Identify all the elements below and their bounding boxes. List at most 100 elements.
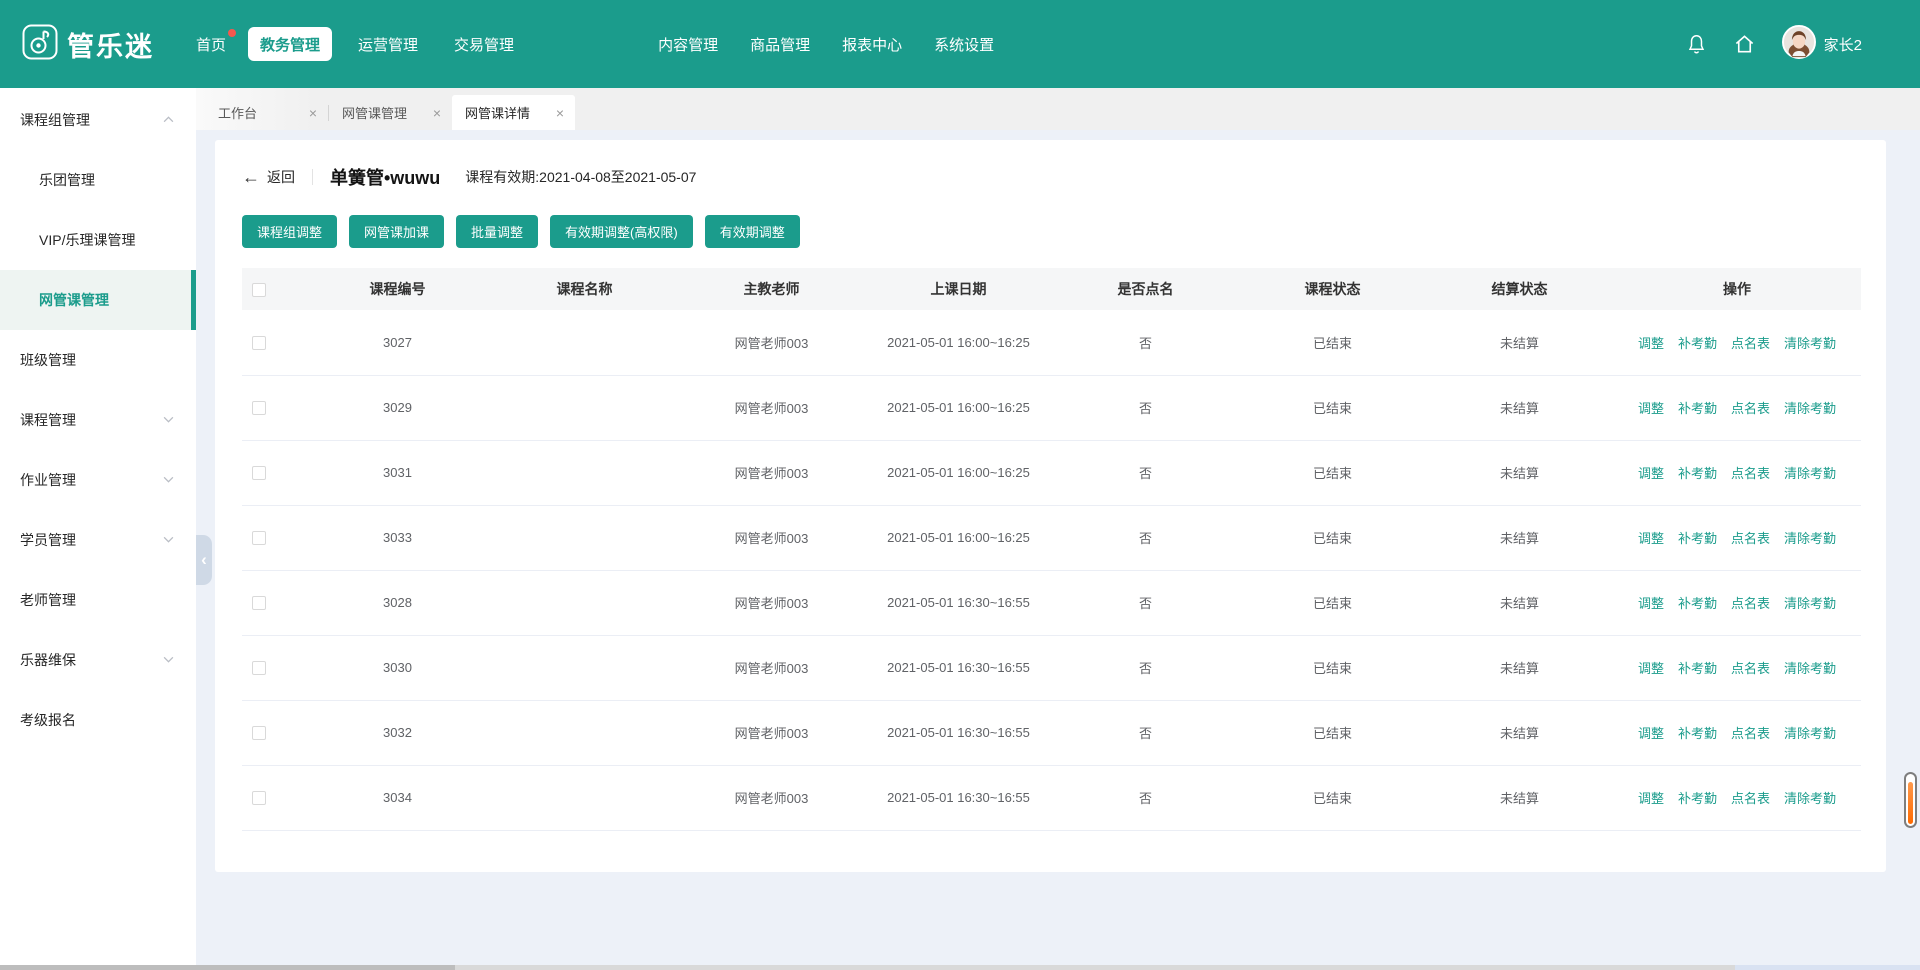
row-action-roll-call-sheet[interactable]: 点名表 [1731,466,1770,481]
cell-teacher: 网管老师003 [678,375,865,440]
nav-item-6[interactable]: 报表中心 [842,27,902,61]
row-action-adjust[interactable]: 调整 [1638,336,1664,351]
vertical-scrollbar-thumb[interactable] [1908,782,1913,824]
col-header-class-date: 上课日期 [865,268,1052,310]
row-action-adjust[interactable]: 调整 [1638,791,1664,806]
row-action-clear-attendance[interactable]: 清除考勤 [1784,531,1836,546]
row-action-makeup-attendance[interactable]: 补考勤 [1678,466,1717,481]
vertical-scrollbar[interactable] [1904,772,1917,828]
action-button-2[interactable]: 批量调整 [456,215,538,248]
row-action-roll-call-sheet[interactable]: 点名表 [1731,531,1770,546]
cell-roll-call: 否 [1052,375,1239,440]
close-icon[interactable]: × [556,106,564,120]
chevron-down-icon [163,476,174,483]
row-action-clear-attendance[interactable]: 清除考勤 [1784,466,1836,481]
home-icon[interactable] [1733,33,1756,55]
row-checkbox[interactable] [252,401,266,415]
row-action-makeup-attendance[interactable]: 补考勤 [1678,531,1717,546]
row-action-makeup-attendance[interactable]: 补考勤 [1678,401,1717,416]
close-icon[interactable]: × [433,106,441,120]
cell-teacher: 网管老师003 [678,570,865,635]
back-button[interactable]: ← 返回 [242,167,295,187]
action-button-1[interactable]: 网管课加课 [349,215,444,248]
row-action-roll-call-sheet[interactable]: 点名表 [1731,596,1770,611]
sidebar-item-5[interactable]: 课程管理 [0,390,196,450]
row-action-adjust[interactable]: 调整 [1638,726,1664,741]
row-action-makeup-attendance[interactable]: 补考勤 [1678,726,1717,741]
row-checkbox[interactable] [252,531,266,545]
nav-item-label: 内容管理 [658,34,718,55]
row-action-clear-attendance[interactable]: 清除考勤 [1784,791,1836,806]
col-header-roll-call: 是否点名 [1052,268,1239,310]
row-action-makeup-attendance[interactable]: 补考勤 [1678,336,1717,351]
row-action-adjust[interactable]: 调整 [1638,661,1664,676]
row-checkbox[interactable] [252,661,266,675]
close-icon[interactable]: × [309,106,317,120]
row-checkbox[interactable] [252,726,266,740]
notification-bell-icon[interactable] [1686,33,1707,56]
cell-roll-call: 否 [1052,310,1239,375]
action-button-4[interactable]: 有效期调整 [705,215,800,248]
sidebar-item-0[interactable]: 课程组管理 [0,90,196,150]
cell-roll-call: 否 [1052,570,1239,635]
sidebar-item-4[interactable]: 班级管理 [0,330,196,390]
action-button-0[interactable]: 课程组调整 [242,215,337,248]
select-all-checkbox[interactable] [252,283,266,297]
row-checkbox[interactable] [252,466,266,480]
tab-0[interactable]: 工作台× [205,95,328,130]
row-action-adjust[interactable]: 调整 [1638,596,1664,611]
tab-1[interactable]: 网管课管理× [329,95,452,130]
cell-course-status: 已结束 [1239,700,1426,765]
cell-course-status: 已结束 [1239,505,1426,570]
row-action-clear-attendance[interactable]: 清除考勤 [1784,336,1836,351]
sidebar-item-1[interactable]: 乐团管理 [0,150,196,210]
row-checkbox[interactable] [252,596,266,610]
sidebar-item-6[interactable]: 作业管理 [0,450,196,510]
row-action-roll-call-sheet[interactable]: 点名表 [1731,661,1770,676]
row-checkbox[interactable] [252,791,266,805]
action-button-3[interactable]: 有效期调整(高权限) [550,215,693,248]
tab-2[interactable]: 网管课详情× [452,95,575,130]
row-action-adjust[interactable]: 调整 [1638,401,1664,416]
row-action-makeup-attendance[interactable]: 补考勤 [1678,661,1717,676]
sidebar-item-label: 学员管理 [20,530,76,550]
row-action-roll-call-sheet[interactable]: 点名表 [1731,401,1770,416]
nav-item-1[interactable]: 教务管理 [248,27,332,61]
row-action-clear-attendance[interactable]: 清除考勤 [1784,401,1836,416]
cell-settlement-status: 未结算 [1426,635,1613,700]
row-action-adjust[interactable]: 调整 [1638,466,1664,481]
sidebar-item-8[interactable]: 老师管理 [0,570,196,630]
nav-item-7[interactable]: 系统设置 [934,27,994,61]
sidebar-item-2[interactable]: VIP/乐理课管理 [0,210,196,270]
row-action-makeup-attendance[interactable]: 补考勤 [1678,791,1717,806]
nav-item-0[interactable]: 首页 [196,27,226,61]
cell-course-id: 3029 [304,375,491,440]
row-action-clear-attendance[interactable]: 清除考勤 [1784,726,1836,741]
row-action-makeup-attendance[interactable]: 补考勤 [1678,596,1717,611]
nav-item-4[interactable]: 内容管理 [658,27,718,61]
cell-course-status: 已结束 [1239,635,1426,700]
nav-item-5[interactable]: 商品管理 [750,27,810,61]
sidebar-item-7[interactable]: 学员管理 [0,510,196,570]
row-checkbox[interactable] [252,336,266,350]
user-menu[interactable]: 家长2 [1782,25,1862,64]
row-action-adjust[interactable]: 调整 [1638,531,1664,546]
row-action-roll-call-sheet[interactable]: 点名表 [1731,791,1770,806]
horizontal-scrollbar[interactable] [0,965,1920,970]
row-action-clear-attendance[interactable]: 清除考勤 [1784,596,1836,611]
nav-item-3[interactable]: 交易管理 [454,27,514,61]
row-action-roll-call-sheet[interactable]: 点名表 [1731,336,1770,351]
horizontal-scrollbar-thumb[interactable] [0,965,455,970]
brand[interactable]: 管乐迷 [22,24,196,65]
cell-course-name [491,310,678,375]
sidebar-item-9[interactable]: 乐器维保 [0,630,196,690]
row-action-roll-call-sheet[interactable]: 点名表 [1731,726,1770,741]
sidebar-item-3[interactable]: 网管课管理 [0,270,196,330]
logo-icon [22,24,58,65]
main-content: ← 返回 单簧管•wuwu 课程有效期:2021-04-08至2021-05-0… [196,130,1920,872]
sidebar-collapse-handle[interactable]: ‹ [196,535,212,585]
chevron-down-icon [163,416,174,423]
nav-item-2[interactable]: 运营管理 [358,27,418,61]
sidebar-item-10[interactable]: 考级报名 [0,690,196,750]
row-action-clear-attendance[interactable]: 清除考勤 [1784,661,1836,676]
